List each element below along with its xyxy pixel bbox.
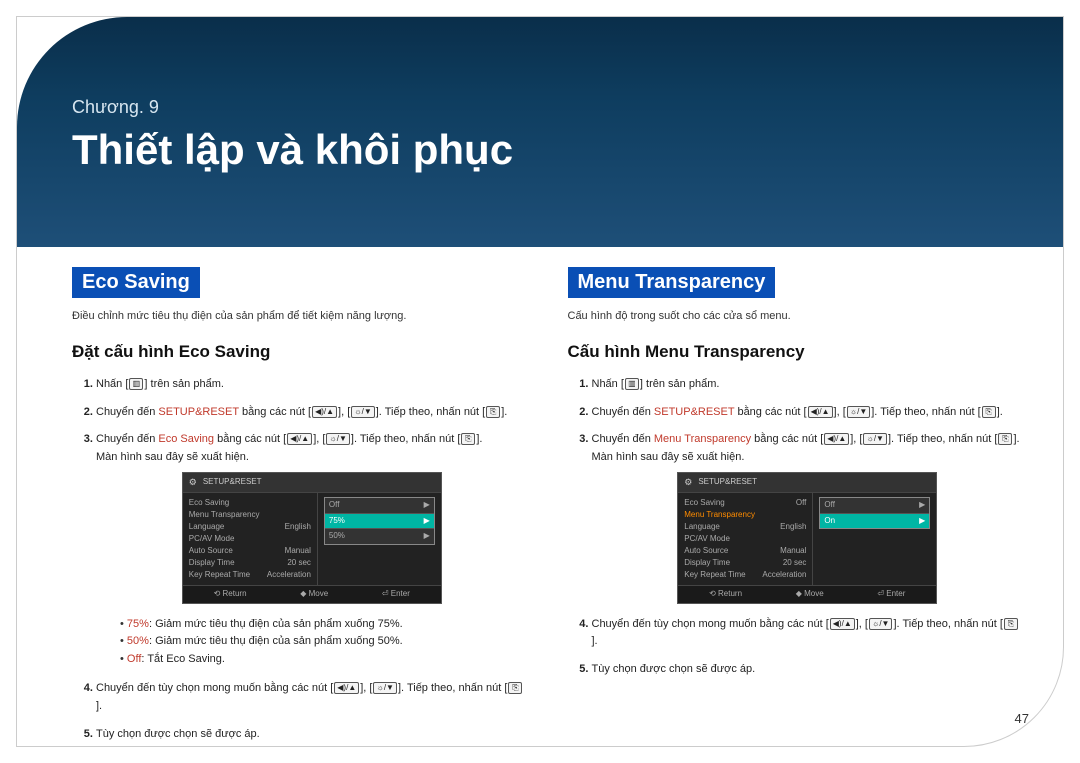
down-icon: ☼/▼ — [863, 433, 886, 445]
down-icon: ☼/▼ — [869, 618, 892, 630]
osd-row: Menu Transparency — [684, 509, 806, 521]
osd-option: Off▶ — [820, 498, 929, 514]
osd-screenshot-trans: SETUP&RESET Eco SavingOffMenu Transparen… — [677, 472, 937, 603]
page: Chương. 9 Thiết lập và khôi phục Eco Sav… — [16, 16, 1064, 747]
keyword-eco: Eco Saving — [158, 433, 214, 445]
page-number: 47 — [1015, 711, 1029, 726]
osd-row: Eco SavingOff — [684, 497, 806, 509]
up-icon: ◀)/▲ — [808, 406, 833, 418]
osd-footer: ⟲ Return ◆ Move ⏎ Enter — [183, 585, 441, 603]
osd-row: Display Time20 sec — [189, 557, 311, 569]
bullet-75: 75%: Giảm mức tiêu thụ điện của sản phẩm… — [120, 616, 528, 634]
osd-option: On▶ — [820, 514, 929, 529]
down-icon: ☼/▼ — [351, 406, 374, 418]
steps-eco: Nhấn [▥] trên sản phẩm. Chuyển đến SETUP… — [72, 376, 528, 743]
bullet-50: 50%: Giảm mức tiêu thụ điện của sản phẩm… — [120, 633, 528, 651]
step-3: Chuyển đến Menu Transparency bằng các nú… — [592, 431, 1024, 603]
enter-icon: ⎘ — [982, 406, 996, 418]
up-icon: ◀)/▲ — [334, 682, 359, 694]
osd-row: PC/AV Mode — [684, 533, 806, 545]
step-1: Nhấn [▥] trên sản phẩm. — [96, 376, 528, 394]
enter-icon: ⎘ — [486, 406, 500, 418]
chapter-title: Thiết lập và khôi phục — [72, 126, 1013, 174]
left-column: Eco Saving Điều chỉnh mức tiêu thụ điện … — [72, 267, 528, 716]
osd-row: Display Time20 sec — [684, 557, 806, 569]
down-icon: ☼/▼ — [847, 406, 870, 418]
osd-row: PC/AV Mode — [189, 533, 311, 545]
step-2: Chuyển đến SETUP&RESET bằng các nút [◀)/… — [96, 404, 528, 422]
osd-row: Menu Transparency — [189, 509, 311, 521]
osd-option: 75%▶ — [325, 514, 434, 530]
osd-screenshot-eco: SETUP&RESET Eco SavingMenu TransparencyL… — [182, 472, 442, 603]
section-title-trans: Menu Transparency — [568, 267, 776, 298]
step-3: Chuyển đến Eco Saving bằng các nút [◀)/▲… — [96, 431, 528, 668]
osd-row: LanguageEnglish — [684, 521, 806, 533]
osd-row: Eco Saving — [189, 497, 311, 509]
up-icon: ◀)/▲ — [830, 618, 855, 630]
subsection-title-eco: Đặt cấu hình Eco Saving — [72, 342, 528, 362]
chapter-label: Chương. 9 — [72, 97, 1013, 118]
menu-icon: ▥ — [625, 378, 639, 390]
osd-options: Off▶On▶ — [819, 497, 930, 530]
subsection-title-trans: Cấu hình Menu Transparency — [568, 342, 1024, 362]
content-area: Eco Saving Điều chỉnh mức tiêu thụ điện … — [72, 267, 1023, 716]
osd-row: Key Repeat TimeAcceleration — [684, 569, 806, 581]
steps-trans: Nhấn [▥] trên sản phẩm. Chuyển đến SETUP… — [568, 376, 1024, 678]
bullet-off: Off: Tắt Eco Saving. — [120, 651, 528, 669]
osd-option: Off▶ — [325, 498, 434, 514]
menu-icon: ▥ — [129, 378, 143, 390]
osd-row: Key Repeat TimeAcceleration — [189, 569, 311, 581]
osd-row: Auto SourceManual — [189, 545, 311, 557]
down-icon: ☼/▼ — [326, 433, 349, 445]
osd-menu-list: Eco SavingMenu TransparencyLanguageEngli… — [183, 493, 317, 585]
up-icon: ◀)/▲ — [824, 433, 849, 445]
step-4: Chuyển đến tùy chọn mong muốn bằng các n… — [96, 680, 528, 715]
enter-icon: ⎘ — [1004, 618, 1018, 630]
chapter-header: Chương. 9 Thiết lập và khôi phục — [17, 17, 1063, 247]
osd-title: SETUP&RESET — [678, 473, 936, 492]
step-5: Tùy chọn được chọn sẽ được áp. — [592, 661, 1024, 679]
section-desc-eco: Điều chỉnh mức tiêu thụ điện của sản phẩ… — [72, 310, 528, 322]
keyword-setup: SETUP&RESET — [654, 406, 735, 418]
osd-menu-list: Eco SavingOffMenu TransparencyLanguageEn… — [678, 493, 812, 585]
down-icon: ☼/▼ — [373, 682, 396, 694]
keyword-trans: Menu Transparency — [654, 433, 751, 445]
up-icon: ◀)/▲ — [287, 433, 312, 445]
up-icon: ◀)/▲ — [312, 406, 337, 418]
osd-footer: ⟲ Return ◆ Move ⏎ Enter — [678, 585, 936, 603]
step-5: Tùy chọn được chọn sẽ được áp. — [96, 726, 528, 744]
option-bullets: 75%: Giảm mức tiêu thụ điện của sản phẩm… — [96, 616, 528, 669]
osd-option: 50%▶ — [325, 529, 434, 544]
step-4: Chuyển đến tùy chọn mong muốn bằng các n… — [592, 616, 1024, 651]
enter-icon: ⎘ — [461, 433, 475, 445]
section-title-eco: Eco Saving — [72, 267, 200, 298]
step-1: Nhấn [▥] trên sản phẩm. — [592, 376, 1024, 394]
step-2: Chuyển đến SETUP&RESET bằng các nút [◀)/… — [592, 404, 1024, 422]
osd-title: SETUP&RESET — [183, 473, 441, 492]
enter-icon: ⎘ — [998, 433, 1012, 445]
osd-options: Off▶75%▶50%▶ — [324, 497, 435, 545]
keyword-setup: SETUP&RESET — [158, 406, 239, 418]
osd-row: Auto SourceManual — [684, 545, 806, 557]
right-column: Menu Transparency Cấu hình độ trong suốt… — [568, 267, 1024, 716]
enter-icon: ⎘ — [508, 682, 522, 694]
osd-row: LanguageEnglish — [189, 521, 311, 533]
section-desc-trans: Cấu hình độ trong suốt cho các cửa sổ me… — [568, 310, 1024, 322]
